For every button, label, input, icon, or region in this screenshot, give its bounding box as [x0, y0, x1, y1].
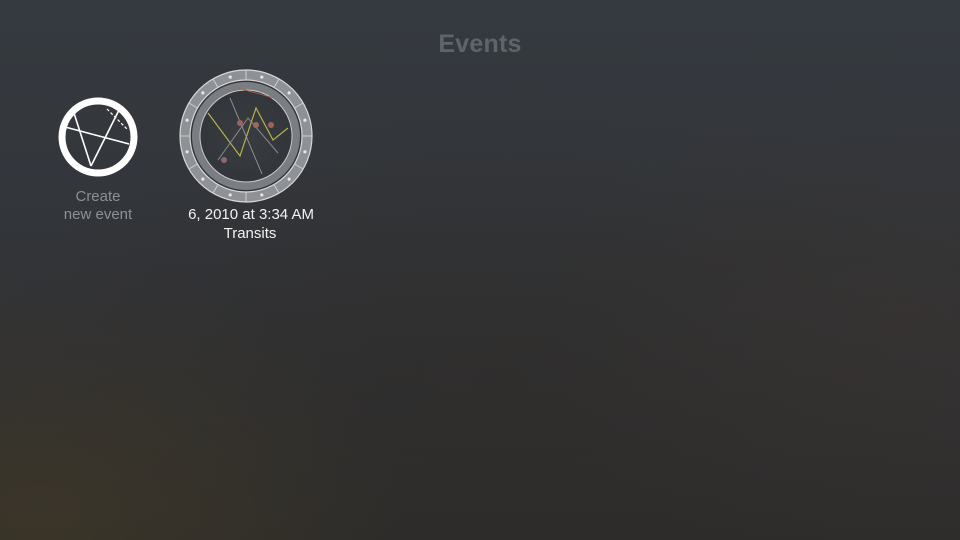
create-label-line1: Create	[75, 188, 121, 205]
zodiac-glyph-dot	[185, 118, 189, 122]
event-type: Transits	[223, 225, 277, 242]
create-label-line2: new event	[63, 206, 133, 223]
event-tile[interactable]: 6, 2010 at 3:34 AM Transits	[178, 68, 314, 243]
zodiac-glyph-dot	[287, 91, 291, 95]
zodiac-glyph-dot	[201, 91, 205, 95]
zodiac-glyph-dot	[228, 75, 232, 79]
zodiac-glyph-dot	[201, 177, 205, 181]
event-date: 6, 2010 at 3:34 AM	[188, 206, 314, 223]
page-title: Events	[438, 30, 522, 58]
zodiac-glyph-dot	[260, 193, 264, 197]
create-new-event-button[interactable]: Create new event	[40, 96, 156, 224]
astrology-chart-wheel-icon	[179, 69, 313, 203]
zodiac-glyph-dot	[260, 75, 264, 79]
zodiac-glyph-dot	[287, 177, 291, 181]
zodiac-glyph-dot	[228, 193, 232, 197]
zodiac-glyph-dot	[185, 150, 189, 154]
zodiac-glyph-dot	[303, 118, 307, 122]
chart-outline-icon	[58, 97, 138, 177]
zodiac-glyph-dot	[303, 150, 307, 154]
